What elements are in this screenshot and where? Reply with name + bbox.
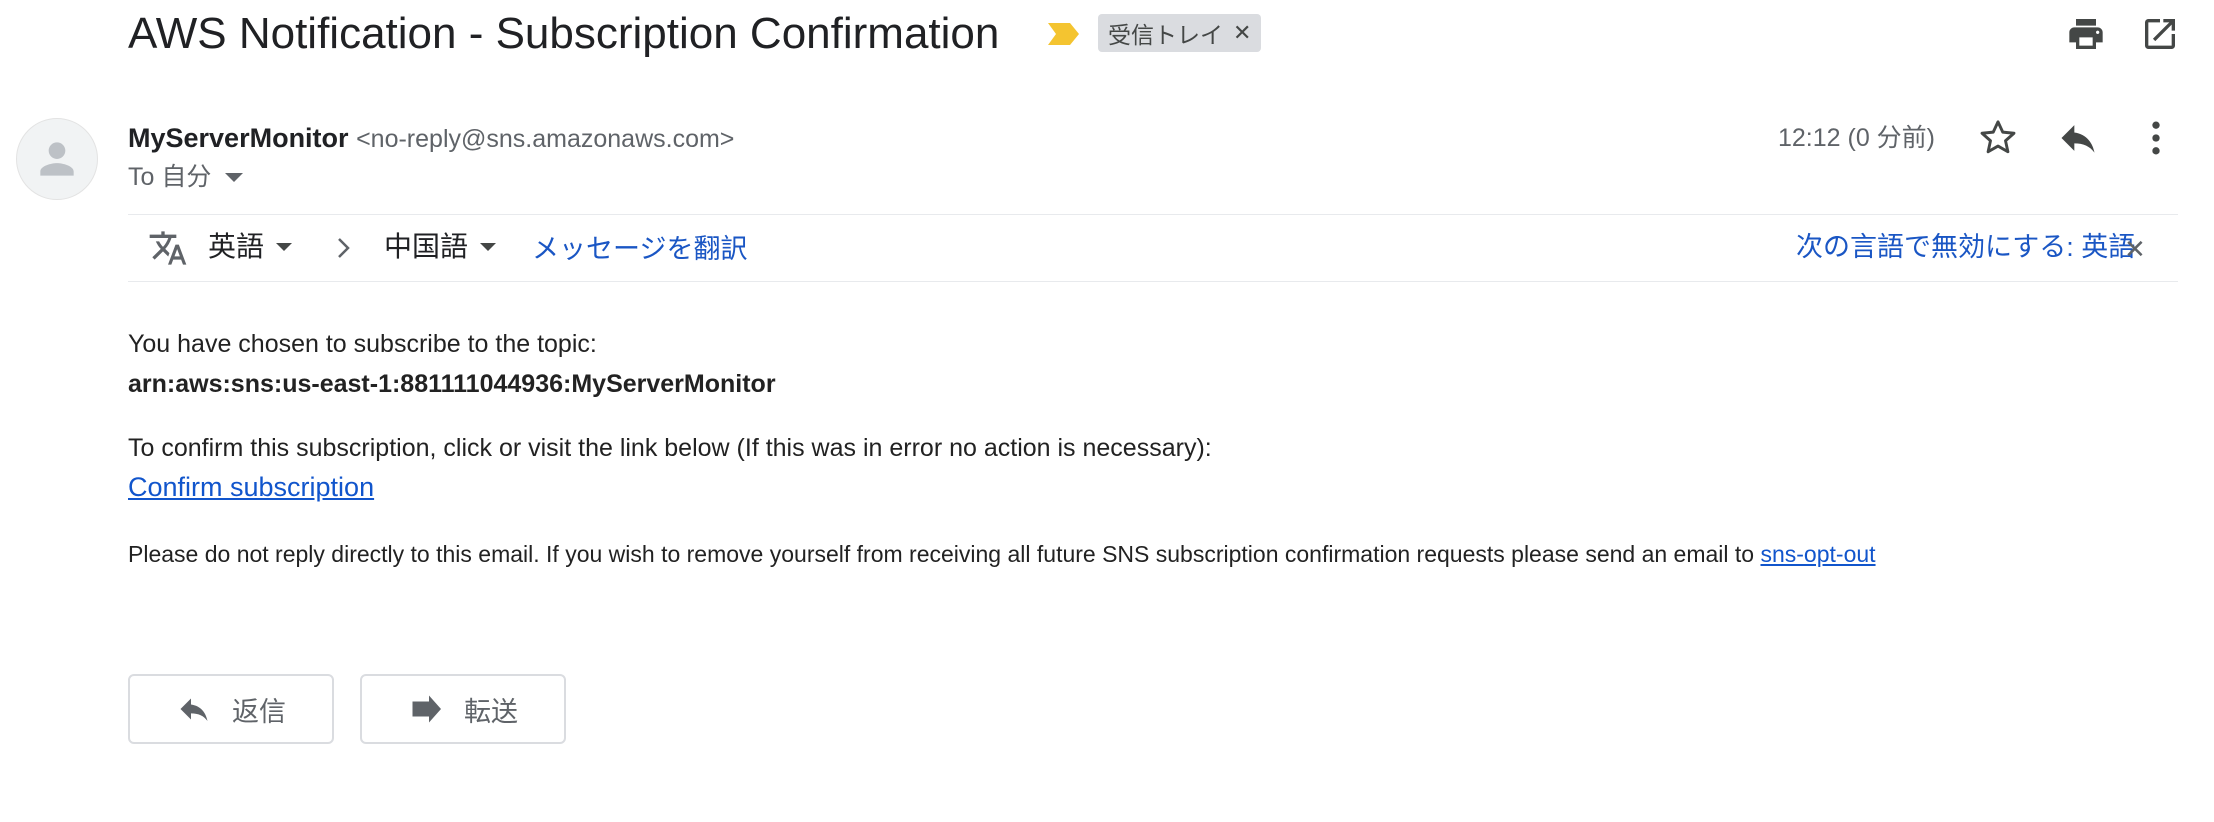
topic-arn: arn:aws:sns:us-east-1:881111044936:MySer… bbox=[128, 370, 776, 398]
recipient-details-toggle[interactable]: To 自分 bbox=[128, 160, 244, 194]
remove-label-icon[interactable]: ✕ bbox=[1233, 20, 1251, 46]
email-timestamp: 12:12 (0 分前) bbox=[1778, 124, 1936, 152]
disable-translation-link[interactable]: 次の言語で無効にする: 英語 bbox=[1796, 227, 2135, 267]
print-icon[interactable] bbox=[2066, 14, 2106, 54]
body-paragraph-3: Please do not reply directly to this ema… bbox=[128, 536, 1876, 572]
forward-button[interactable]: 転送 bbox=[360, 674, 566, 744]
chevron-down-icon bbox=[480, 243, 497, 251]
sender-name[interactable]: MyServerMonitor bbox=[128, 123, 349, 153]
translate-message-link[interactable]: メッセージを翻訳 bbox=[532, 229, 747, 269]
reply-icon[interactable] bbox=[2056, 116, 2100, 160]
sender-line: MyServerMonitor <no-reply@sns.amazonaws.… bbox=[128, 120, 734, 157]
default-avatar-icon[interactable] bbox=[16, 118, 98, 200]
chevron-down-icon bbox=[276, 243, 293, 251]
opt-out-text: Please do not reply directly to this ema… bbox=[128, 541, 1761, 567]
importance-marker-icon[interactable] bbox=[1046, 20, 1082, 48]
star-icon[interactable] bbox=[1976, 116, 2020, 160]
chevron-down-icon[interactable] bbox=[225, 172, 244, 182]
inbox-label-chip[interactable]: 受信トレイ ✕ bbox=[1098, 14, 1262, 52]
source-language-label: 英語 bbox=[208, 231, 265, 262]
email-subject: AWS Notification - Subscription Confirma… bbox=[128, 9, 1000, 58]
target-language-select[interactable]: 中国語 bbox=[384, 227, 497, 267]
body-paragraph-1: You have chosen to subscribe to the topi… bbox=[128, 330, 597, 358]
source-language-select[interactable]: 英語 bbox=[208, 227, 293, 267]
forward-icon bbox=[412, 695, 441, 723]
close-icon[interactable]: ✕ bbox=[2124, 235, 2146, 263]
sender-email: <no-reply@sns.amazonaws.com> bbox=[356, 125, 735, 153]
recipient-label: To 自分 bbox=[128, 163, 212, 191]
reply-button[interactable]: 返信 bbox=[128, 674, 334, 744]
open-in-new-window-icon[interactable] bbox=[2140, 14, 2180, 54]
chevron-right-icon bbox=[334, 233, 354, 263]
reply-button-label: 返信 bbox=[232, 696, 286, 727]
more-vert-icon[interactable] bbox=[2134, 116, 2178, 160]
body-paragraph-2: To confirm this subscription, click or v… bbox=[128, 434, 1212, 462]
confirm-subscription-link[interactable]: Confirm subscription bbox=[128, 468, 374, 506]
translate-icon bbox=[148, 228, 188, 268]
reply-icon bbox=[180, 698, 208, 721]
opt-out-link[interactable]: sns-opt-out bbox=[1760, 541, 1875, 567]
target-language-label: 中国語 bbox=[384, 231, 469, 262]
forward-button-label: 転送 bbox=[464, 696, 518, 727]
label-chip-text: 受信トレイ bbox=[1108, 22, 1223, 48]
